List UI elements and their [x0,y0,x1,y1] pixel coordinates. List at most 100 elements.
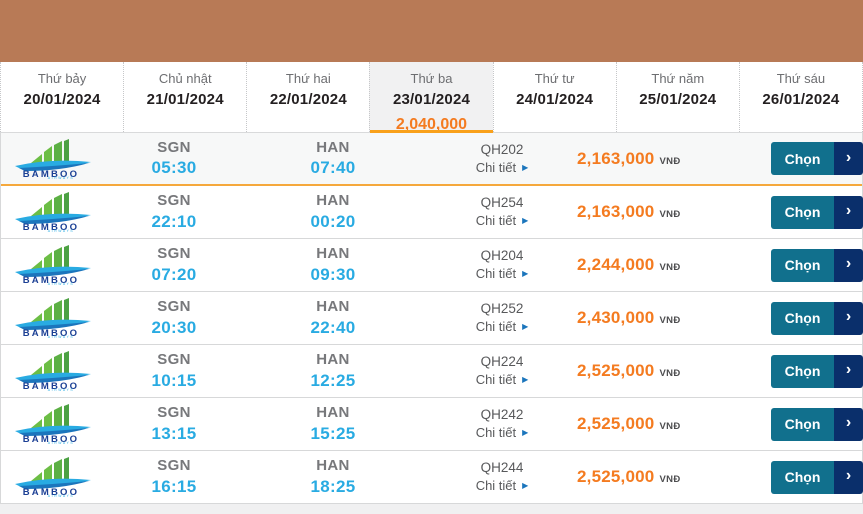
details-arrow-icon: ▶ [522,216,529,226]
svg-text:AIRWAYS: AIRWAYS [48,388,74,391]
arrival-time: 18:25 [310,476,356,496]
arrival-cell: HAN 12:25 [235,351,431,391]
departure-cell: SGN 22:10 [113,192,235,232]
date-tab-date-label: 23/01/2024 [392,91,471,108]
select-flight-button[interactable]: Chọn › [771,407,863,441]
flight-row: BAMBOO AIRWAYS SGN 10:15 HAN 12:25 QH224… [1,345,863,398]
select-flight-button[interactable]: Chọn › [771,460,863,494]
chevron-right-icon: › [834,142,863,175]
details-arrow-icon: ▶ [522,375,529,385]
arrival-cell: HAN 15:25 [235,404,431,444]
details-link[interactable]: Chi tiết ▶ [476,371,529,389]
flight-info-cell: QH202 Chi tiết ▶ [431,141,573,177]
date-tab[interactable]: Chủ nhật 21/01/2024 [123,62,246,132]
date-tab-day-label: Chủ nhật [158,71,212,86]
departure-time: 07:20 [151,264,197,284]
departure-cell: SGN 05:30 [113,139,235,179]
select-button-cell: Chọn › [771,407,863,441]
origin-code: SGN [157,245,191,262]
flight-row: BAMBOO AIRWAYS SGN 22:10 HAN 00:20 QH254… [1,186,863,239]
select-flight-button-label: Chọn [771,407,834,441]
select-flight-button[interactable]: Chọn › [771,354,863,388]
price-currency: VNĐ [659,155,681,167]
bamboo-airways-logo-icon: BAMBOO AIRWAYS [15,138,91,179]
details-link-label: Chi tiết [475,372,517,388]
details-arrow-icon: ▶ [522,269,529,279]
flight-info-cell: QH252 Chi tiết ▶ [431,300,573,336]
details-link-label: Chi tiết [475,266,517,282]
select-flight-button-label: Chọn [771,195,834,229]
chevron-right-icon: › [834,354,863,388]
origin-code: SGN [157,138,191,156]
price-cell: 2,244,000 VNĐ [573,255,771,275]
flight-number: QH242 [480,407,524,423]
price-currency: VNĐ [659,262,681,273]
arrival-cell: HAN 00:20 [235,192,431,232]
flight-row: BAMBOO AIRWAYS SGN 20:30 HAN 22:40 QH252… [1,292,863,345]
price-currency: VNĐ [659,421,681,432]
date-tab-price-label [124,116,246,134]
select-flight-button[interactable]: Chọn › [771,195,863,229]
departure-time: 20:30 [151,317,197,337]
airline-logo-cell: BAMBOO AIRWAYS [1,138,113,179]
select-flight-button[interactable]: Chọn › [771,248,863,282]
destination-code: HAN [316,404,350,421]
date-tab[interactable]: Thứ sáu 26/01/2024 [738,62,863,132]
details-link-label: Chi tiết [475,213,517,229]
arrival-time: 09:30 [310,264,356,284]
departure-time: 16:15 [151,476,197,496]
arrival-cell: HAN 09:30 [235,245,431,285]
date-tab[interactable]: Thứ hai 22/01/2024 [246,62,369,132]
flight-row: BAMBOO AIRWAYS SGN 13:15 HAN 15:25 QH242… [1,398,863,451]
svg-text:AIRWAYS: AIRWAYS [48,282,74,285]
date-tab[interactable]: Thứ tư 24/01/2024 [492,62,616,132]
arrival-cell: HAN 18:25 [235,457,431,497]
date-tab-day-label: Thứ năm [651,71,705,86]
flight-row: BAMBOO AIRWAYS SGN 07:20 HAN 09:30 QH204… [1,239,863,292]
origin-code: SGN [157,298,191,315]
details-link[interactable]: Chi tiết ▶ [476,318,529,336]
select-button-cell: Chọn › [771,460,863,494]
origin-code: SGN [157,192,191,209]
details-link[interactable]: Chi tiết ▶ [476,265,529,283]
flight-number: QH204 [480,248,524,264]
select-flight-button[interactable]: Chọn › [771,142,863,175]
price-cell: 2,525,000 VNĐ [573,361,771,381]
destination-code: HAN [316,245,350,262]
destination-code: HAN [316,351,350,368]
details-link[interactable]: Chi tiết ▶ [476,477,529,495]
date-tab[interactable]: Thứ năm 25/01/2024 [615,62,739,132]
arrival-time: 12:25 [310,370,356,390]
date-tab-date-label: 22/01/2024 [269,91,347,108]
date-tab[interactable]: Thứ bảy 20/01/2024 [0,62,123,132]
date-tab[interactable]: Thứ ba 23/01/2024 2,040,000 [369,62,493,133]
arrival-time: 15:25 [310,423,356,443]
date-tab-day-label: Thứ tư [534,71,575,86]
details-link[interactable]: Chi tiết ▶ [476,424,529,442]
date-tab-day-label: Thứ bảy [37,71,87,86]
price-currency: VNĐ [659,474,681,485]
price-amount: 2,430,000 [577,308,655,327]
origin-code: SGN [157,404,191,421]
price-cell: 2,430,000 VNĐ [573,308,771,328]
price-cell: 2,163,000 VNĐ [573,202,771,222]
details-link[interactable]: Chi tiết ▶ [476,159,529,177]
departure-cell: SGN 10:15 [113,351,235,391]
departure-time: 13:15 [151,423,197,443]
select-flight-button-label: Chọn [771,301,834,335]
flight-number: QH244 [480,460,524,476]
airline-logo-cell: BAMBOO AIRWAYS [1,245,113,285]
price-amount: 2,525,000 [577,361,655,380]
date-tab-price-label [247,116,369,134]
departure-time: 05:30 [151,158,197,178]
details-arrow-icon: ▶ [522,481,529,491]
bamboo-airways-logo-icon: BAMBOO AIRWAYS [15,404,91,444]
arrival-time: 00:20 [310,211,356,231]
select-flight-button[interactable]: Chọn › [771,301,863,335]
details-link[interactable]: Chi tiết ▶ [476,212,529,230]
chevron-right-icon: › [834,407,863,441]
departure-time: 10:15 [151,370,197,390]
departure-cell: SGN 20:30 [113,298,235,338]
date-tab-date-label: 21/01/2024 [146,91,224,108]
svg-text:AIRWAYS: AIRWAYS [48,229,74,232]
